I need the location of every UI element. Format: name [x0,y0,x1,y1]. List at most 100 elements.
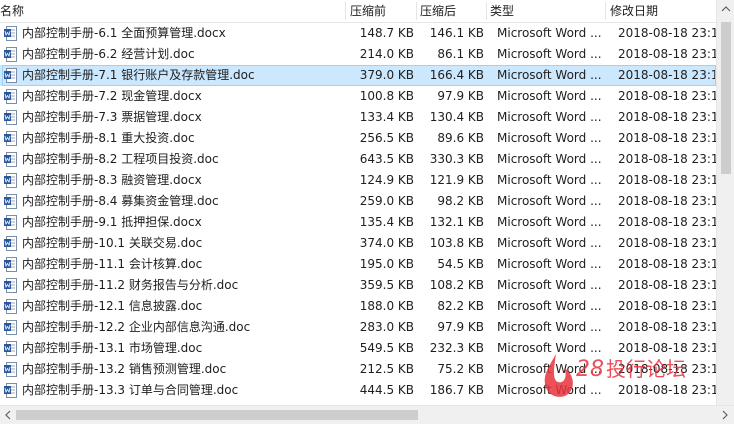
file-type: Microsoft Word ... [497,215,602,229]
file-type: Microsoft Word ... [497,173,602,187]
size-after: 82.2 KB [437,299,484,313]
file-type: Microsoft Word ... [497,89,602,103]
size-after: 232.3 KB [429,341,484,355]
modified-date: 2018-08-18 23:16 [618,26,716,40]
word-document-icon [4,299,17,314]
table-row[interactable]: 内部控制手册-10.1 关联交易.doc 374.0 KB 103.8 KB Micr… [0,233,716,254]
file-type: Microsoft Word ... [497,110,602,124]
column-divider[interactable] [486,2,487,20]
scroll-up-arrow-icon[interactable] [717,2,734,16]
size-before: 379.0 KB [359,68,414,82]
modified-date: 2018-08-18 23:15 [618,383,716,397]
column-header-size-after[interactable]: 压缩后 [420,0,484,22]
word-document-icon [4,341,17,356]
table-row[interactable]: 内部控制手册-7.1 银行账户及存款管理.doc 379.0 KB 166.4 KB… [0,65,716,86]
scroll-left-arrow-icon[interactable] [1,406,15,424]
size-after: 132.1 KB [429,215,484,229]
table-row[interactable]: 内部控制手册-11.1 会计核算.doc 195.0 KB 54.5 KB Micro… [0,254,716,275]
column-divider[interactable] [345,2,346,20]
size-after: 146.1 KB [429,26,484,40]
size-after: 186.7 KB [429,383,484,397]
table-row[interactable]: 内部控制手册-11.2 财务报告与分析.doc 359.5 KB 108.2 KB M… [0,275,716,296]
size-after: 108.2 KB [429,278,484,292]
file-name: 内部控制手册-7.1 银行账户及存款管理.doc [22,68,255,82]
file-name: 内部控制手册-13.2 销售预测管理.doc [22,362,227,376]
table-row[interactable]: 内部控制手册-8.4 募集资金管理.doc 259.0 KB 98.2 KB Micr… [0,191,716,212]
table-row[interactable]: 内部控制手册-12.2 企业内部信息沟通.doc 283.0 KB 97.9 KB M… [0,317,716,338]
column-divider[interactable] [605,2,606,20]
table-row[interactable]: 内部控制手册-6.2 经营计划.doc 214.0 KB 86.1 KB Micros… [0,44,716,65]
file-name: 内部控制手册-8.4 募集资金管理.doc [22,194,219,208]
column-header-modified[interactable]: 修改日期 [610,0,716,22]
column-header-name[interactable]: 名称 [0,0,340,22]
column-divider[interactable] [416,2,417,20]
file-name: 内部控制手册-13.3 订单与合同管理.doc [22,383,239,397]
file-name: 内部控制手册-6.2 经营计划.doc [22,47,195,61]
table-row[interactable]: 内部控制手册-7.2 现金管理.docx 100.8 KB 97.9 KB Micro… [0,86,716,107]
size-before: 100.8 KB [359,89,414,103]
size-after: 97.9 KB [437,89,484,103]
table-row[interactable]: 内部控制手册-13.1 市场管理.doc 549.5 KB 232.3 KB Micr… [0,338,716,359]
table-row[interactable]: 内部控制手册-8.3 融资管理.docx 124.9 KB 121.9 KB Micr… [0,170,716,191]
size-after: 97.9 KB [437,320,484,334]
column-header-size-before[interactable]: 压缩前 [350,0,414,22]
table-row[interactable]: 内部控制手册-13.3 订单与合同管理.doc 444.5 KB 186.7 KB M… [0,380,716,401]
size-before: 188.0 KB [359,299,414,313]
table-row[interactable]: 内部控制手册-7.3 票据管理.docx 133.4 KB 130.4 KB Micr… [0,107,716,128]
size-after: 330.3 KB [429,152,484,166]
size-after: 54.5 KB [437,257,484,271]
table-row[interactable]: 内部控制手册-8.1 重大投资.doc 256.5 KB 89.6 KB Micros… [0,128,716,149]
file-name: 内部控制手册-8.1 重大投资.doc [22,131,195,145]
file-name: 内部控制手册-8.2 工程项目投资.doc [22,152,219,166]
file-name: 内部控制手册-10.1 关联交易.doc [22,236,203,250]
table-row[interactable]: 内部控制手册-6.1 全面预算管理.docx 148.7 KB 146.1 KB Mi… [0,23,716,44]
vertical-scroll-thumb[interactable] [721,22,731,174]
modified-date: 2018-08-18 23:16 [618,68,716,82]
file-type: Microsoft Word ... [497,236,602,250]
size-before: 374.0 KB [359,236,414,250]
modified-date: 2018-08-18 23:15 [618,362,716,376]
table-row[interactable]: 内部控制手册-9.1 抵押担保.docx 135.4 KB 132.1 KB Micr… [0,212,716,233]
word-document-icon [4,152,17,167]
modified-date: 2018-08-18 23:15 [618,236,716,250]
size-before: 359.5 KB [359,278,414,292]
file-name: 内部控制手册-12.1 信息披露.doc [22,299,203,313]
file-name: 内部控制手册-12.2 企业内部信息沟通.doc [22,320,251,334]
file-type: Microsoft Word ... [497,131,602,145]
file-type: Microsoft Word ... [497,341,602,355]
modified-date: 2018-08-18 23:15 [618,341,716,355]
table-row[interactable]: 内部控制手册-12.1 信息披露.doc 188.0 KB 82.2 KB Micro… [0,296,716,317]
file-name: 内部控制手册-11.2 财务报告与分析.doc [22,278,239,292]
horizontal-scroll-thumb[interactable] [16,410,418,420]
size-after: 86.1 KB [437,47,484,61]
word-document-icon [4,236,17,251]
table-row[interactable]: 内部控制手册-13.2 销售预测管理.doc 212.5 KB 75.2 KB Mic… [0,359,716,380]
modified-date: 2018-08-18 23:15 [618,320,716,334]
word-document-icon [4,26,17,41]
vertical-scrollbar[interactable] [716,0,734,405]
horizontal-scrollbar[interactable] [0,405,734,424]
size-before: 214.0 KB [359,47,414,61]
column-header-type[interactable]: 类型 [490,0,600,22]
size-before: 133.4 KB [359,110,414,124]
modified-date: 2018-08-18 23:16 [618,47,716,61]
modified-date: 2018-08-18 23:16 [618,131,716,145]
file-type: Microsoft Word ... [497,26,602,40]
file-type: Microsoft Word ... [497,152,602,166]
word-document-icon [4,320,17,335]
size-after: 121.9 KB [429,173,484,187]
scroll-right-arrow-icon[interactable] [718,406,732,424]
word-document-icon [4,215,17,230]
size-before: 256.5 KB [359,131,414,145]
file-name: 内部控制手册-13.1 市场管理.doc [22,341,203,355]
file-name: 内部控制手册-9.1 抵押担保.docx [22,215,202,229]
modified-date: 2018-08-18 23:16 [618,89,716,103]
size-before: 643.5 KB [359,152,414,166]
size-before: 283.0 KB [359,320,414,334]
file-type: Microsoft Word ... [497,383,602,397]
word-document-icon [4,278,17,293]
table-row[interactable]: 内部控制手册-8.2 工程项目投资.doc 643.5 KB 330.3 KB Mic… [0,149,716,170]
size-after: 103.8 KB [429,236,484,250]
file-type: Microsoft Word ... [497,278,602,292]
file-type: Microsoft Word ... [497,299,602,313]
